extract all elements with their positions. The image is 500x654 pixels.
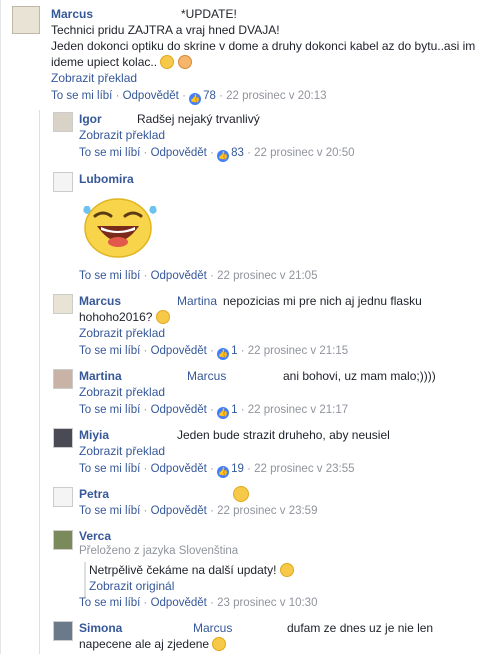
comment-author[interactable]: Simona bbox=[79, 621, 122, 635]
grinning-emoji-icon bbox=[233, 486, 249, 502]
timestamp[interactable]: 22 prosinec v 20:50 bbox=[254, 147, 354, 159]
like-icon[interactable]: 👍 bbox=[217, 466, 230, 478]
comment-actions: To se mi líbí · Odpovědět · 22 prosinec … bbox=[79, 270, 318, 282]
reply-link[interactable]: Odpovědět bbox=[151, 404, 207, 416]
comment-author[interactable]: Lubomira bbox=[79, 172, 134, 186]
avatar[interactable] bbox=[53, 294, 73, 314]
comment-actions: To se mi líbí · Odpovědět · 22 prosinec … bbox=[79, 505, 318, 517]
comment-text: nepozicias mi pre nich aj jednu flasku bbox=[223, 294, 422, 308]
like-link[interactable]: To se mi líbí bbox=[79, 505, 140, 517]
reply-link[interactable]: Odpovědět bbox=[151, 270, 207, 282]
see-translation-link[interactable]: Zobrazit překlad bbox=[51, 71, 137, 85]
translation-quote-bar bbox=[84, 562, 86, 598]
comment-text: hohoho2016? bbox=[79, 310, 153, 324]
comment-text-line: Technici pridu ZAJTRA a vraj hned DVAJA! bbox=[51, 23, 280, 37]
avatar[interactable] bbox=[53, 112, 73, 132]
like-link[interactable]: To se mi líbí bbox=[79, 270, 140, 282]
comment-author[interactable]: Verca bbox=[79, 529, 111, 543]
avatar[interactable] bbox=[53, 369, 73, 389]
comment-text-line: *UPDATE! bbox=[181, 7, 237, 21]
comment-actions: To se mi líbí · Odpovědět · 👍 1 · 22 pros… bbox=[79, 404, 349, 419]
reply-link[interactable]: Odpovědět bbox=[123, 90, 179, 102]
timestamp[interactable]: 22 prosinec v 21:17 bbox=[248, 404, 348, 416]
comment-author[interactable]: Petra bbox=[79, 487, 109, 501]
comment-author[interactable]: Marcus bbox=[79, 294, 121, 308]
like-link[interactable]: To se mi líbí bbox=[79, 597, 140, 609]
timestamp[interactable]: 22 prosinec v 23:55 bbox=[254, 463, 354, 475]
comment-text: Radšej nejaký trvanlivý bbox=[137, 112, 260, 126]
avatar[interactable] bbox=[53, 428, 73, 448]
avatar[interactable] bbox=[53, 621, 73, 641]
laughing-sticker-icon bbox=[79, 196, 157, 258]
comment-text-line: Netrpělivě čekáme na další updaty! bbox=[89, 563, 294, 577]
reply-thread-line bbox=[39, 110, 40, 654]
like-link[interactable]: To se mi líbí bbox=[79, 345, 140, 357]
like-link[interactable]: To se mi líbí bbox=[51, 90, 112, 102]
timestamp[interactable]: 22 prosinec v 20:13 bbox=[226, 90, 326, 102]
comment-actions: To se mi líbí · Odpovědět · 👍 78 · 22 pro… bbox=[51, 90, 327, 105]
avatar[interactable] bbox=[12, 6, 40, 34]
comment-author[interactable]: Miyia bbox=[79, 428, 109, 442]
comment-text-line: Jeden dokonci optiku do skrine v dome a … bbox=[51, 39, 476, 53]
reply-link[interactable]: Odpovědět bbox=[151, 597, 207, 609]
comment-actions: To se mi líbí · Odpovědět · 23 prosinec … bbox=[79, 597, 318, 609]
see-translation-link[interactable]: Zobrazit překlad bbox=[79, 444, 165, 458]
comment-actions: To se mi líbí · Odpovědět · 👍 19 · 22 pro… bbox=[79, 463, 355, 478]
timestamp[interactable]: 22 prosinec v 21:05 bbox=[217, 270, 317, 282]
comment-author[interactable]: Igor bbox=[79, 112, 102, 126]
comment-text: Jeden bude strazit druheho, aby neusiel bbox=[177, 428, 390, 442]
comment-text-line: hohoho2016? bbox=[79, 310, 170, 324]
comment-text-line: ideme upiect kolac.. bbox=[51, 55, 192, 69]
comment-actions: To se mi líbí · Odpovědět · 👍 1 · 22 pros… bbox=[79, 345, 349, 360]
reply-link[interactable]: Odpovědět bbox=[151, 505, 207, 517]
see-original-link[interactable]: Zobrazit originál bbox=[89, 579, 174, 593]
see-translation-link[interactable]: Zobrazit překlad bbox=[79, 385, 165, 399]
like-link[interactable]: To se mi líbí bbox=[79, 404, 140, 416]
comment-text: ideme upiect kolac.. bbox=[51, 55, 158, 69]
comment-thread: Marcus *UPDATE! Technici pridu ZAJTRA a … bbox=[0, 0, 500, 654]
timestamp[interactable]: 22 prosinec v 23:59 bbox=[217, 505, 317, 517]
like-link[interactable]: To se mi líbí bbox=[79, 147, 140, 159]
like-link[interactable]: To se mi líbí bbox=[79, 463, 140, 475]
reply-link[interactable]: Odpovědět bbox=[151, 147, 207, 159]
like-count[interactable]: 78 bbox=[203, 90, 216, 102]
comment-text: dufam ze dnes uz je nie len bbox=[287, 621, 434, 635]
translated-from-label: Přeloženo z jazyka Slovenština bbox=[79, 545, 239, 557]
tongue-wink-emoji-icon bbox=[279, 563, 294, 577]
timestamp[interactable]: 23 prosinec v 10:30 bbox=[217, 597, 317, 609]
mention-link[interactable]: Martina bbox=[177, 294, 217, 308]
like-count[interactable]: 19 bbox=[231, 463, 244, 475]
reply-link[interactable]: Odpovědět bbox=[151, 345, 207, 357]
mention-link[interactable]: Marcus bbox=[187, 369, 226, 383]
avatar[interactable] bbox=[53, 530, 73, 550]
like-icon[interactable]: 👍 bbox=[217, 407, 230, 419]
nerd-face-emoji-icon bbox=[155, 310, 170, 324]
comment-text: ani bohovi, uz mam malo;)))) bbox=[283, 369, 436, 383]
like-icon[interactable]: 👍 bbox=[189, 93, 202, 105]
comment-text: Netrpělivě čekáme na další updaty! bbox=[89, 563, 277, 577]
comment-text-line: napecene ale aj zjedene bbox=[79, 637, 227, 651]
grimace-emoji-icon bbox=[160, 55, 175, 69]
reply-link[interactable]: Odpovědět bbox=[151, 463, 207, 475]
comment-actions: To se mi líbí · Odpovědět · 👍 83 · 22 pro… bbox=[79, 147, 355, 162]
flexed-biceps-icon bbox=[177, 55, 192, 69]
comment-author[interactable]: Marcus bbox=[51, 7, 93, 21]
see-translation-link[interactable]: Zobrazit překlad bbox=[79, 326, 165, 340]
comment-author[interactable]: Martina bbox=[79, 369, 122, 383]
comment-text: napecene ale aj zjedene bbox=[79, 637, 210, 651]
like-count[interactable]: 83 bbox=[231, 147, 244, 159]
grinning-emoji-icon bbox=[212, 637, 227, 651]
avatar[interactable] bbox=[53, 172, 73, 192]
like-icon[interactable]: 👍 bbox=[217, 348, 230, 360]
avatar[interactable] bbox=[53, 487, 73, 507]
timestamp[interactable]: 22 prosinec v 21:15 bbox=[248, 345, 348, 357]
like-icon[interactable]: 👍 bbox=[217, 150, 230, 162]
mention-link[interactable]: Marcus bbox=[193, 621, 232, 635]
see-translation-link[interactable]: Zobrazit překlad bbox=[79, 128, 165, 142]
